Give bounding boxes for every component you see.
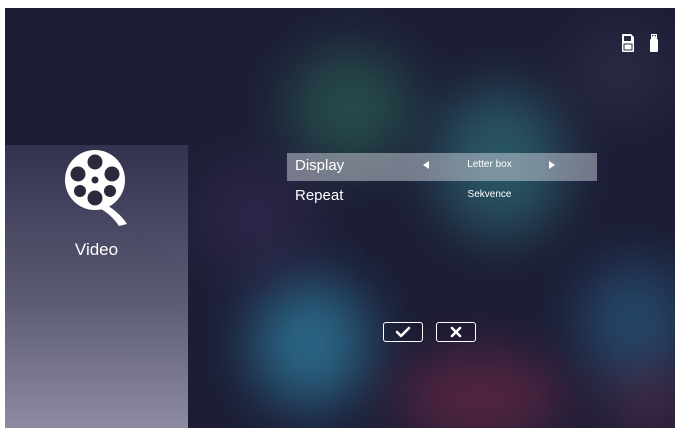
- x-icon: [450, 326, 462, 338]
- background-bokeh: [395, 353, 565, 428]
- setting-label: Display: [295, 157, 345, 174]
- confirm-button[interactable]: [383, 322, 423, 342]
- film-reel-icon: [65, 150, 127, 226]
- setting-row-repeat[interactable]: Repeat Sekvence: [287, 183, 597, 211]
- background-bokeh: [285, 48, 415, 168]
- arrow-right-icon[interactable]: [549, 161, 555, 169]
- sd-card-icon: [622, 34, 634, 52]
- usb-drive-icon: [650, 34, 658, 52]
- setting-label: Repeat: [295, 187, 344, 204]
- setting-value: Letter box: [467, 159, 512, 170]
- background-bokeh: [250, 278, 370, 408]
- video-settings-screen: Video Display Letter box Repeat Sekvence: [5, 8, 675, 428]
- app-title: Video: [74, 240, 119, 259]
- setting-value: Sekvence: [467, 189, 512, 200]
- arrow-left-icon[interactable]: [423, 161, 429, 169]
- checkmark-icon: [395, 326, 411, 338]
- background-bokeh: [580, 263, 675, 383]
- setting-row-display[interactable]: Display Letter box: [287, 153, 597, 181]
- cancel-button[interactable]: [436, 322, 476, 342]
- status-icons: [621, 33, 659, 53]
